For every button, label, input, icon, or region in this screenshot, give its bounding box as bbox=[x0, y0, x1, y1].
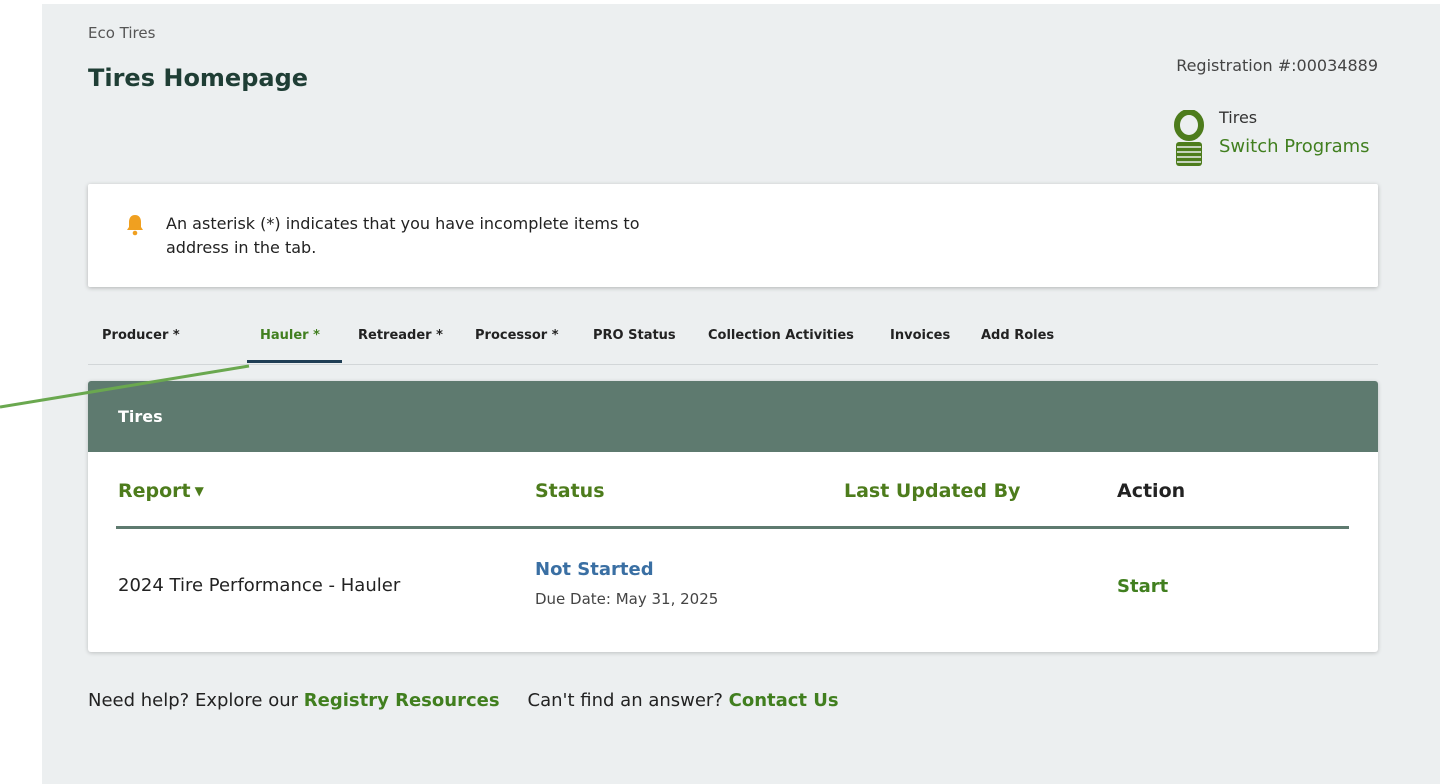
bell-icon bbox=[127, 215, 143, 236]
due-date: Due Date: May 31, 2025 bbox=[535, 590, 719, 608]
company-name: Eco Tires bbox=[88, 24, 156, 42]
annotation-arrow bbox=[0, 364, 250, 409]
card-header: Tires bbox=[88, 381, 1378, 452]
incomplete-items-notice: An asterisk (*) indicates that you have … bbox=[88, 184, 1378, 287]
tab-retreader[interactable]: Retreader * bbox=[358, 328, 443, 357]
tab-add-roles[interactable]: Add Roles bbox=[981, 328, 1054, 357]
program-name: Tires bbox=[1219, 108, 1258, 127]
contact-us-link[interactable]: Contact Us bbox=[729, 690, 839, 711]
report-name: 2024 Tire Performance - Hauler bbox=[118, 575, 401, 596]
active-tab-indicator bbox=[247, 360, 342, 363]
notice-text: An asterisk (*) indicates that you have … bbox=[166, 214, 640, 257]
status-text: Not Started bbox=[535, 559, 654, 580]
help-footer: Need help? Explore our Registry Resource… bbox=[88, 690, 839, 711]
tab-collection-activities[interactable]: Collection Activities bbox=[708, 328, 854, 357]
tab-processor[interactable]: Processor * bbox=[475, 328, 559, 357]
tab-pro-status[interactable]: PRO Status bbox=[593, 328, 676, 357]
column-header-status[interactable]: Status bbox=[535, 480, 605, 502]
start-button[interactable]: Start bbox=[1117, 576, 1168, 597]
tire-stack-icon bbox=[1174, 110, 1204, 166]
header-divider bbox=[116, 526, 1349, 529]
reports-card: Tires Report ▼ Status Last Updated By Act… bbox=[88, 381, 1378, 652]
page-title: Tires Homepage bbox=[88, 64, 309, 92]
tab-hauler[interactable]: Hauler * bbox=[260, 328, 320, 357]
role-tabs: Producer * Hauler * Retreader * Processo… bbox=[88, 318, 1378, 365]
report-header-label: Report bbox=[118, 480, 191, 502]
contact-prefix: Can't find an answer? bbox=[527, 690, 723, 711]
tab-invoices[interactable]: Invoices bbox=[890, 328, 950, 357]
column-header-last-updated-by[interactable]: Last Updated By bbox=[844, 480, 1020, 502]
registry-resources-link[interactable]: Registry Resources bbox=[304, 690, 500, 711]
program-switcher: Tires Switch Programs bbox=[1172, 108, 1392, 168]
registration-number: Registration #:00034889 bbox=[1176, 56, 1378, 75]
tab-producer[interactable]: Producer * bbox=[102, 328, 180, 357]
switch-programs-link[interactable]: Switch Programs bbox=[1219, 136, 1370, 157]
help-prefix: Need help? Explore our bbox=[88, 690, 299, 711]
column-header-report[interactable]: Report ▼ bbox=[118, 480, 204, 502]
sort-down-icon[interactable]: ▼ bbox=[195, 484, 204, 498]
column-header-action: Action bbox=[1117, 480, 1186, 502]
